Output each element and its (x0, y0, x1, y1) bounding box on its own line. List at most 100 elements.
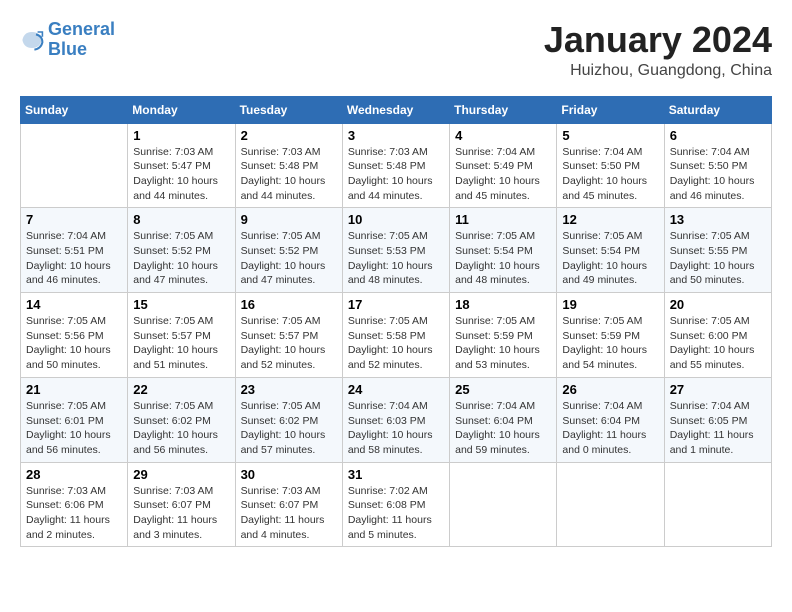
day-info: Sunrise: 7:05 AM Sunset: 5:56 PM Dayligh… (26, 314, 122, 373)
calendar-cell: 8Sunrise: 7:05 AM Sunset: 5:52 PM Daylig… (128, 208, 235, 293)
calendar-cell: 23 Sunrise: 7:05 AM Sunset: 6:02 PM Dayli… (235, 377, 342, 462)
weekday-header-saturday: Saturday (664, 96, 771, 123)
day-info: Sunrise: 7:05 AM Sunset: 5:57 PM Dayligh… (241, 314, 337, 373)
day-number: 23 (241, 382, 337, 397)
calendar-cell: 18Sunrise: 7:05 AM Sunset: 5:59 PM Dayli… (450, 293, 557, 378)
day-info: Sunrise: 7:05 AM Sunset: 5:52 PM Dayligh… (133, 229, 229, 288)
day-info: Sunrise: 7:03 AM Sunset: 5:48 PM Dayligh… (348, 145, 444, 204)
calendar-cell: 3 Sunrise: 7:03 AM Sunset: 5:48 PM Daylig… (342, 123, 449, 208)
day-info: Sunrise: 7:02 AM Sunset: 6:08 PM Dayligh… (348, 484, 444, 543)
calendar-cell: 2 Sunrise: 7:03 AM Sunset: 5:48 PM Daylig… (235, 123, 342, 208)
month-title: January 2024 (544, 20, 772, 60)
day-number: 3 (348, 128, 444, 143)
calendar-cell: 24 Sunrise: 7:04 AM Sunset: 6:03 PM Dayli… (342, 377, 449, 462)
day-info: Sunrise: 7:03 AM Sunset: 5:48 PM Dayligh… (241, 145, 337, 204)
day-info: Sunrise: 7:05 AM Sunset: 5:54 PM Dayligh… (455, 229, 551, 288)
calendar-cell: 30 Sunrise: 7:03 AM Sunset: 6:07 PM Dayli… (235, 462, 342, 547)
calendar-cell: 26Sunrise: 7:04 AM Sunset: 6:04 PM Dayli… (557, 377, 664, 462)
day-info: Sunrise: 7:04 AM Sunset: 6:03 PM Dayligh… (348, 399, 444, 458)
day-number: 28 (26, 467, 122, 482)
calendar-cell: 25 Sunrise: 7:04 AM Sunset: 6:04 PM Dayli… (450, 377, 557, 462)
calendar-cell: 5Sunrise: 7:04 AM Sunset: 5:50 PM Daylig… (557, 123, 664, 208)
calendar-week-2: 7 Sunrise: 7:04 AM Sunset: 5:51 PM Daylig… (21, 208, 772, 293)
calendar-cell: 11 Sunrise: 7:05 AM Sunset: 5:54 PM Dayli… (450, 208, 557, 293)
calendar-cell: 14Sunrise: 7:05 AM Sunset: 5:56 PM Dayli… (21, 293, 128, 378)
calendar-cell: 7 Sunrise: 7:04 AM Sunset: 5:51 PM Daylig… (21, 208, 128, 293)
day-number: 25 (455, 382, 551, 397)
day-info: Sunrise: 7:03 AM Sunset: 6:07 PM Dayligh… (133, 484, 229, 543)
calendar-cell (21, 123, 128, 208)
weekday-header-monday: Monday (128, 96, 235, 123)
day-number: 10 (348, 212, 444, 227)
day-info: Sunrise: 7:05 AM Sunset: 5:52 PM Dayligh… (241, 229, 337, 288)
day-number: 27 (670, 382, 766, 397)
day-number: 13 (670, 212, 766, 227)
day-info: Sunrise: 7:05 AM Sunset: 5:59 PM Dayligh… (455, 314, 551, 373)
calendar-header: SundayMondayTuesdayWednesdayThursdayFrid… (21, 96, 772, 123)
day-number: 11 (455, 212, 551, 227)
calendar-body: 1Sunrise: 7:03 AM Sunset: 5:47 PM Daylig… (21, 123, 772, 547)
day-number: 1 (133, 128, 229, 143)
calendar-cell (664, 462, 771, 547)
day-info: Sunrise: 7:04 AM Sunset: 6:04 PM Dayligh… (455, 399, 551, 458)
calendar-cell: 4Sunrise: 7:04 AM Sunset: 5:49 PM Daylig… (450, 123, 557, 208)
logo-icon (20, 28, 44, 52)
weekday-header-thursday: Thursday (450, 96, 557, 123)
day-number: 29 (133, 467, 229, 482)
calendar-table: SundayMondayTuesdayWednesdayThursdayFrid… (20, 96, 772, 548)
day-number: 17 (348, 297, 444, 312)
calendar-cell: 22 Sunrise: 7:05 AM Sunset: 6:02 PM Dayli… (128, 377, 235, 462)
day-info: Sunrise: 7:04 AM Sunset: 5:49 PM Dayligh… (455, 145, 551, 204)
calendar-cell: 10 Sunrise: 7:05 AM Sunset: 5:53 PM Dayli… (342, 208, 449, 293)
day-info: Sunrise: 7:05 AM Sunset: 6:02 PM Dayligh… (133, 399, 229, 458)
calendar-cell: 9Sunrise: 7:05 AM Sunset: 5:52 PM Daylig… (235, 208, 342, 293)
day-number: 7 (26, 212, 122, 227)
day-info: Sunrise: 7:05 AM Sunset: 5:57 PM Dayligh… (133, 314, 229, 373)
day-number: 12 (562, 212, 658, 227)
page-header: General Blue January 2024 Huizhou, Guang… (20, 20, 772, 80)
day-number: 31 (348, 467, 444, 482)
day-number: 5 (562, 128, 658, 143)
calendar-cell: 6Sunrise: 7:04 AM Sunset: 5:50 PM Daylig… (664, 123, 771, 208)
weekday-header-wednesday: Wednesday (342, 96, 449, 123)
calendar-cell: 31 Sunrise: 7:02 AM Sunset: 6:08 PM Dayli… (342, 462, 449, 547)
calendar-cell (557, 462, 664, 547)
day-number: 22 (133, 382, 229, 397)
day-number: 24 (348, 382, 444, 397)
logo: General Blue (20, 20, 115, 60)
day-number: 26 (562, 382, 658, 397)
day-info: Sunrise: 7:04 AM Sunset: 6:05 PM Dayligh… (670, 399, 766, 458)
day-info: Sunrise: 7:05 AM Sunset: 5:58 PM Dayligh… (348, 314, 444, 373)
day-number: 2 (241, 128, 337, 143)
day-number: 6 (670, 128, 766, 143)
calendar-cell: 1Sunrise: 7:03 AM Sunset: 5:47 PM Daylig… (128, 123, 235, 208)
calendar-week-1: 1Sunrise: 7:03 AM Sunset: 5:47 PM Daylig… (21, 123, 772, 208)
day-number: 21 (26, 382, 122, 397)
day-info: Sunrise: 7:05 AM Sunset: 6:01 PM Dayligh… (26, 399, 122, 458)
location-title: Huizhou, Guangdong, China (544, 62, 772, 80)
day-number: 19 (562, 297, 658, 312)
day-info: Sunrise: 7:05 AM Sunset: 6:00 PM Dayligh… (670, 314, 766, 373)
day-number: 16 (241, 297, 337, 312)
calendar-cell: 12 Sunrise: 7:05 AM Sunset: 5:54 PM Dayli… (557, 208, 664, 293)
day-info: Sunrise: 7:05 AM Sunset: 6:02 PM Dayligh… (241, 399, 337, 458)
calendar-cell: 21 Sunrise: 7:05 AM Sunset: 6:01 PM Dayli… (21, 377, 128, 462)
day-info: Sunrise: 7:05 AM Sunset: 5:59 PM Dayligh… (562, 314, 658, 373)
day-info: Sunrise: 7:05 AM Sunset: 5:55 PM Dayligh… (670, 229, 766, 288)
day-info: Sunrise: 7:05 AM Sunset: 5:54 PM Dayligh… (562, 229, 658, 288)
calendar-cell: 29 Sunrise: 7:03 AM Sunset: 6:07 PM Dayli… (128, 462, 235, 547)
day-number: 30 (241, 467, 337, 482)
calendar-cell: 20 Sunrise: 7:05 AM Sunset: 6:00 PM Dayli… (664, 293, 771, 378)
weekday-header-friday: Friday (557, 96, 664, 123)
calendar-week-3: 14Sunrise: 7:05 AM Sunset: 5:56 PM Dayli… (21, 293, 772, 378)
calendar-cell: 19 Sunrise: 7:05 AM Sunset: 5:59 PM Dayli… (557, 293, 664, 378)
calendar-cell: 27 Sunrise: 7:04 AM Sunset: 6:05 PM Dayli… (664, 377, 771, 462)
day-info: Sunrise: 7:05 AM Sunset: 5:53 PM Dayligh… (348, 229, 444, 288)
calendar-cell: 28Sunrise: 7:03 AM Sunset: 6:06 PM Dayli… (21, 462, 128, 547)
calendar-cell (450, 462, 557, 547)
logo-text: General Blue (48, 20, 115, 60)
day-info: Sunrise: 7:03 AM Sunset: 6:07 PM Dayligh… (241, 484, 337, 543)
day-info: Sunrise: 7:04 AM Sunset: 5:51 PM Dayligh… (26, 229, 122, 288)
day-number: 20 (670, 297, 766, 312)
calendar-cell: 16 Sunrise: 7:05 AM Sunset: 5:57 PM Dayli… (235, 293, 342, 378)
